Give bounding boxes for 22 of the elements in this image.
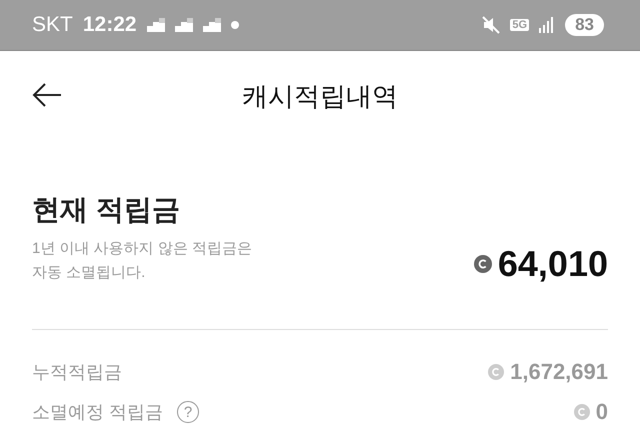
coin-icon bbox=[488, 364, 504, 380]
carrier-label: SKT bbox=[32, 13, 73, 37]
battery-level: 83 bbox=[565, 14, 604, 36]
row-label: 누적적립금 bbox=[32, 361, 122, 384]
coin-icon bbox=[574, 404, 590, 420]
signal-icon bbox=[539, 17, 556, 33]
help-icon[interactable]: ? bbox=[177, 401, 200, 423]
signal-steps-icon bbox=[146, 18, 165, 32]
row-amount: 1,672,691 bbox=[510, 359, 608, 385]
coin-icon bbox=[474, 255, 492, 273]
mute-icon bbox=[482, 16, 500, 34]
row-amount: 0 bbox=[596, 399, 608, 425]
section-title: 현재 적립금 bbox=[32, 193, 181, 227]
signal-steps-icon bbox=[174, 18, 193, 32]
description: 1년 이내 사용하지 않은 적립금은 자동 소멸됩니다. bbox=[32, 239, 252, 283]
row-label: 소멸예정 적립금 bbox=[32, 401, 164, 424]
current-amount: 64,010 bbox=[498, 243, 608, 285]
dot-icon bbox=[230, 21, 239, 29]
clock: 12:22 bbox=[82, 13, 137, 37]
network-label: 5G bbox=[510, 19, 530, 31]
page-title: 캐시적립내역 bbox=[242, 80, 398, 112]
signal-steps-icon bbox=[202, 18, 221, 32]
